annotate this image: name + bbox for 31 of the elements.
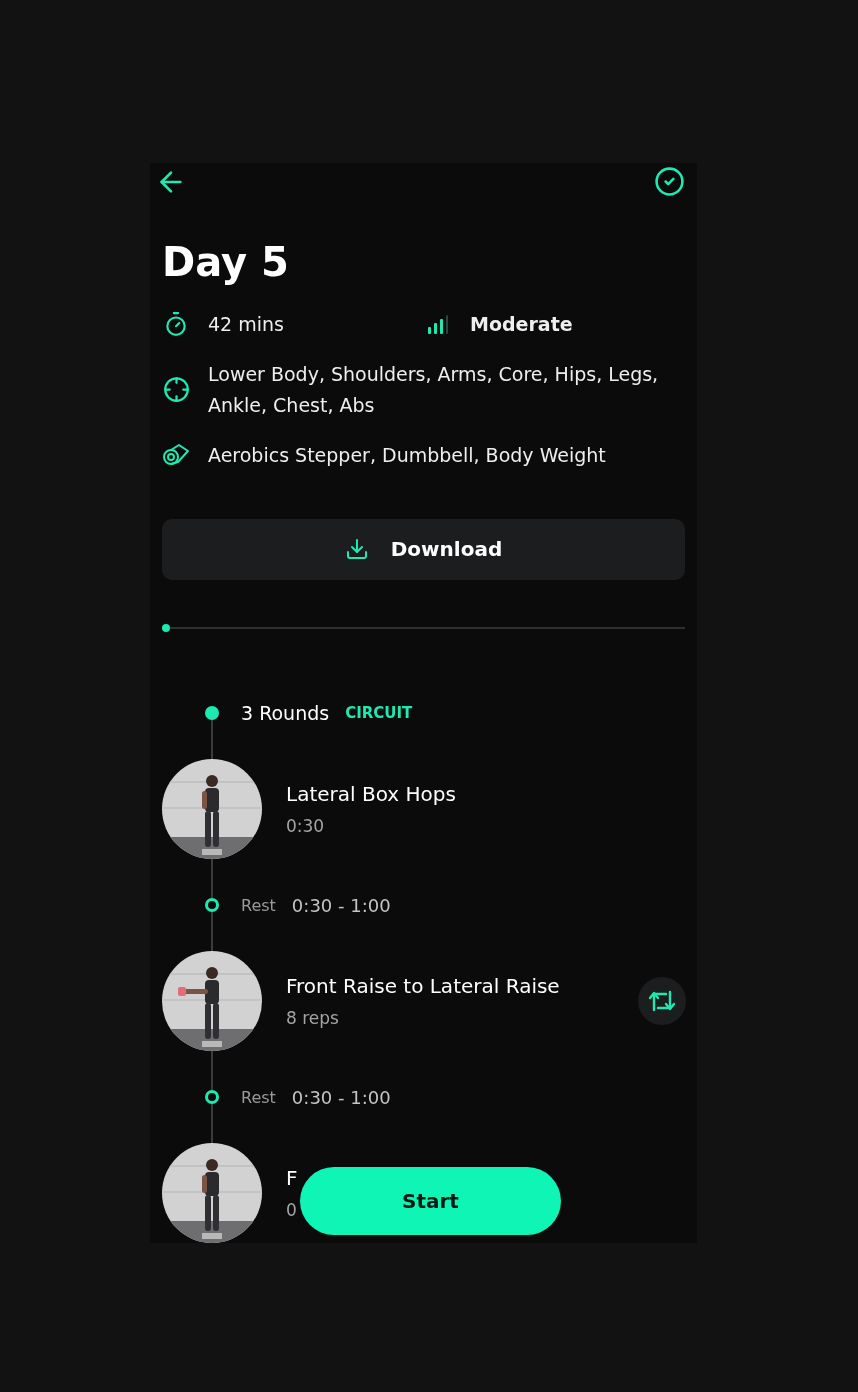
target-icon xyxy=(162,376,190,404)
exercise-detail: 0 xyxy=(286,1199,297,1221)
timeline-dot xyxy=(205,1090,219,1104)
rest-time: 0:30 - 1:00 xyxy=(291,894,391,916)
mat-roll-icon xyxy=(162,443,190,468)
exercise-name: Lateral Box Hops xyxy=(286,781,456,807)
rest-label: Rest xyxy=(241,1087,276,1107)
complete-button[interactable] xyxy=(652,164,686,199)
intensity-bars-icon xyxy=(426,313,450,336)
page-title: Day 5 xyxy=(162,237,290,286)
exercise-detail: 8 reps xyxy=(286,1007,339,1029)
progress-thumb[interactable] xyxy=(162,624,170,632)
timeline-dot xyxy=(205,898,219,912)
start-button[interactable]: Start xyxy=(300,1167,561,1235)
rest-label: Rest xyxy=(241,895,276,915)
swap-button[interactable] xyxy=(638,977,686,1025)
stopwatch-icon xyxy=(163,311,189,338)
exercise-name: F xyxy=(286,1165,298,1191)
focus-areas-text: Lower Body, Shoulders, Arms, Core, Hips, Legs, Ankle, Chest, Abs xyxy=(208,361,660,418)
rest-time: 0:30 - 1:00 xyxy=(291,1086,391,1108)
exercise-detail: 0:30 xyxy=(286,815,325,837)
timeline-dot xyxy=(205,706,219,720)
circuit-label: CIRCUIT xyxy=(345,704,413,722)
rounds-text: 3 Rounds xyxy=(241,702,330,724)
download-icon xyxy=(344,537,369,562)
swap-arrows-icon xyxy=(648,988,676,1014)
intensity-text: Moderate xyxy=(470,311,573,337)
duration-text: 42 mins xyxy=(208,311,284,337)
equipment-text: Aerobics Stepper, Dumbbell, Body Weight xyxy=(208,442,606,468)
exercise-name: Front Raise to Lateral Raise xyxy=(286,973,560,999)
download-button[interactable]: Download xyxy=(162,518,685,580)
